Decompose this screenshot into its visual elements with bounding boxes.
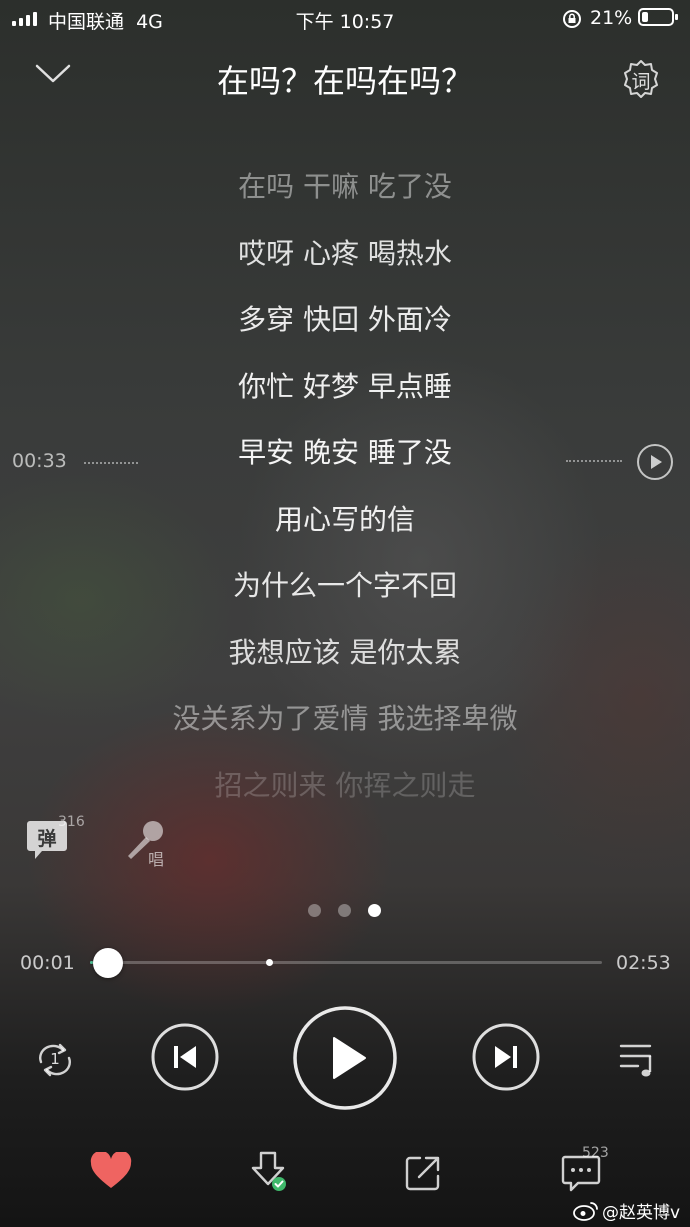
lyric-line: 没关系为了爱情 我选择卑微 [172, 702, 518, 735]
playlist-icon[interactable] [618, 1040, 658, 1080]
next-icon[interactable] [471, 1022, 541, 1092]
page-dot [338, 904, 351, 917]
lyric-line: 早安 晚安 睡了没 [238, 436, 452, 469]
comment-count: 523 [582, 1145, 609, 1161]
battery-percent: 21% [590, 7, 633, 29]
lyric-line: 为什么一个字不回 [232, 569, 457, 602]
battery-icon [638, 8, 678, 26]
scrub-guide-left [84, 462, 138, 464]
status-bar: 中国联通 4G 下午 10:57 21% [0, 0, 690, 40]
repeat-one-button[interactable]: 1 [33, 1040, 77, 1080]
progress-track[interactable] [90, 961, 602, 964]
repeat-count: 1 [50, 1050, 60, 1068]
download-icon[interactable] [247, 1150, 289, 1194]
play-circle-icon[interactable] [636, 443, 674, 481]
rotation-lock-icon [563, 10, 581, 28]
battery-level-fill [642, 12, 648, 22]
heart-icon[interactable] [90, 1152, 132, 1190]
play-icon[interactable] [292, 1005, 398, 1111]
previous-icon[interactable] [150, 1022, 220, 1092]
karaoke-label: 唱 [148, 850, 165, 869]
karaoke-button[interactable]: 唱 [120, 818, 170, 869]
watermark-text: @赵英博v [602, 1203, 681, 1223]
lyric-line: 在吗 干嘛 吃了没 [238, 170, 452, 203]
current-time: 00:01 [20, 952, 75, 974]
song-title: 在吗？在吗在吗？ [216, 62, 473, 100]
lyric-settings-button[interactable]: 词 [620, 58, 662, 100]
danmu-count: 316 [58, 814, 85, 830]
page-indicator [308, 904, 381, 917]
weibo-icon [573, 1201, 598, 1221]
lyric-line: 用心写的信 [274, 502, 415, 536]
total-time: 02:53 [616, 952, 671, 974]
progress-knob[interactable] [93, 948, 124, 978]
lyric-line: 多穿 快回 外面冷 [238, 303, 452, 336]
clock: 下午 10:57 [295, 11, 395, 33]
scrub-guide-right [566, 460, 622, 462]
lyric-line: 我想应该 是你太累 [228, 635, 462, 669]
lyric-line: 你忙 好梦 早点睡 [238, 369, 452, 403]
page-dot [308, 904, 321, 917]
share-icon[interactable] [404, 1154, 442, 1192]
lyric-line: 招之则来 你挥之则走 [214, 768, 476, 802]
page-dot [368, 904, 381, 917]
lyric-button-label: 词 [631, 71, 651, 93]
weibo-watermark: @赵英博v [573, 1198, 680, 1223]
buffer-marker [266, 959, 274, 966]
lyric-line: 哎呀 心疼 喝热水 [238, 236, 452, 270]
lyric-scrub-time: 00:33 [12, 450, 67, 472]
